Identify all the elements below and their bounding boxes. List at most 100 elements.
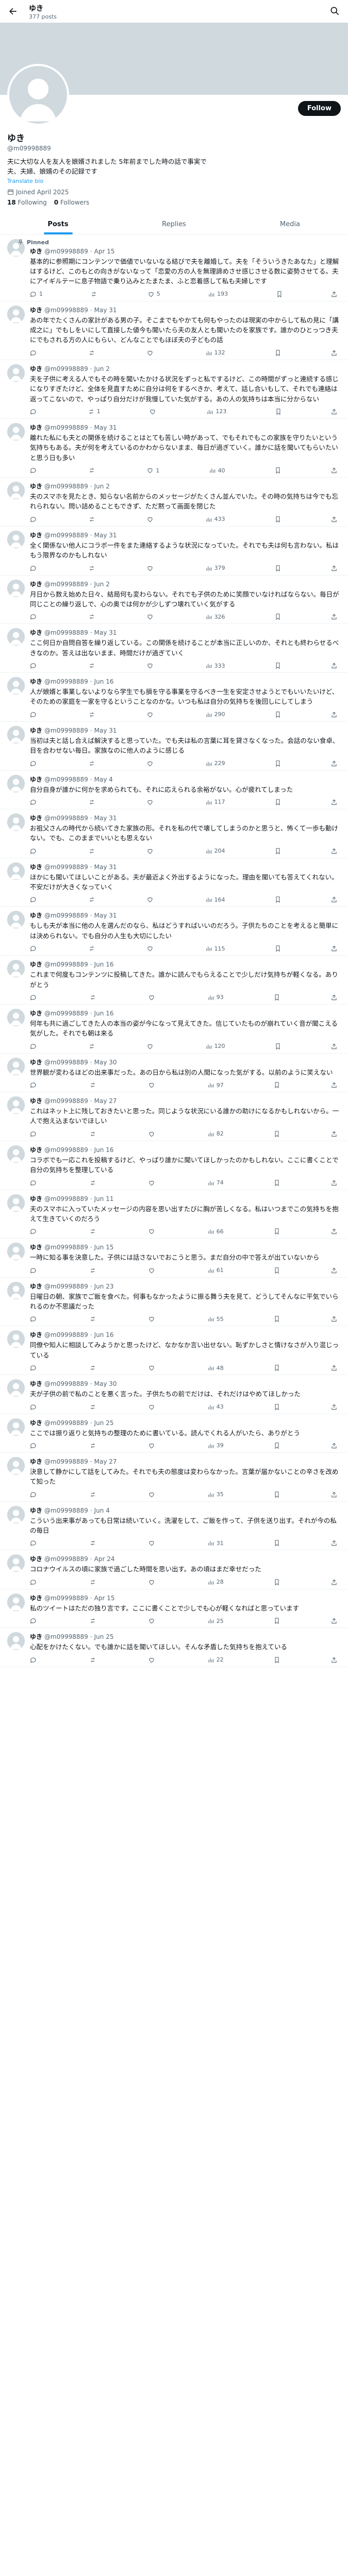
views-button[interactable]: 28 bbox=[207, 1579, 224, 1586]
repost-button[interactable] bbox=[89, 1364, 98, 1371]
post-author-name[interactable]: ゆき bbox=[30, 726, 42, 735]
like-button[interactable] bbox=[148, 1267, 157, 1274]
like-button[interactable] bbox=[146, 516, 156, 523]
following-count-link[interactable]: 18 Following bbox=[7, 199, 47, 206]
post-author-name[interactable]: ゆき bbox=[30, 1194, 42, 1203]
post-author-name[interactable]: ゆき bbox=[30, 1330, 42, 1339]
repost-button[interactable] bbox=[88, 349, 97, 357]
tab-media[interactable]: Media bbox=[232, 213, 348, 234]
reply-button[interactable] bbox=[30, 467, 39, 474]
post-author-name[interactable]: ゆき bbox=[30, 814, 42, 822]
repost-button[interactable] bbox=[88, 799, 97, 806]
post[interactable]: ゆき @m09998889 · May 27 決意して静かにして話をしてみた。そ… bbox=[0, 1453, 348, 1502]
post-avatar[interactable] bbox=[7, 364, 25, 382]
bookmark-button[interactable] bbox=[274, 613, 281, 620]
bookmark-button[interactable] bbox=[274, 799, 281, 806]
post-date[interactable]: May 31 bbox=[94, 727, 117, 734]
post[interactable]: ゆき @m09998889 · Jun 2 夫を子供に考える人でもその時を聞いた… bbox=[0, 360, 348, 419]
post[interactable]: Pinned ゆき @m09998889 · Apr 15 基本的に参照期にコン… bbox=[0, 235, 348, 301]
post-date[interactable]: May 30 bbox=[94, 1380, 117, 1387]
post[interactable]: ゆき @m09998889 · May 31 ここ何日か自問自答を繰り返している… bbox=[0, 624, 348, 673]
repost-button[interactable] bbox=[89, 1130, 98, 1138]
post[interactable]: ゆき @m09998889 · May 31 全く関係ない他人にコラボ一件をまた… bbox=[0, 527, 348, 575]
post[interactable]: ゆき @m09998889 · Apr 15 私のツイートはただの独り言です。こ… bbox=[0, 1589, 348, 1629]
share-button[interactable] bbox=[330, 1491, 338, 1498]
post-date[interactable]: Jun 16 bbox=[94, 961, 114, 968]
views-button[interactable]: 48 bbox=[207, 1364, 224, 1371]
post[interactable]: ゆき @m09998889 · Jun 23 日曜日の朝、家族でご飯を食べた。何… bbox=[0, 1278, 348, 1327]
post-date[interactable]: May 31 bbox=[94, 863, 117, 871]
post-avatar[interactable] bbox=[7, 1008, 25, 1026]
tab-posts[interactable]: Posts bbox=[0, 213, 116, 234]
views-button[interactable]: 164 bbox=[205, 896, 225, 903]
post[interactable]: ゆき @m09998889 · May 31 お祖父さんの時代から続いてきた家族… bbox=[0, 809, 348, 858]
post[interactable]: ゆき @m09998889 · May 31 あの年でたくさんの家計がある男の子… bbox=[0, 301, 348, 360]
share-button[interactable] bbox=[330, 1617, 338, 1624]
reply-button[interactable] bbox=[30, 1315, 39, 1323]
post-author-name[interactable]: ゆき bbox=[30, 531, 42, 539]
repost-button[interactable] bbox=[88, 711, 97, 718]
bookmark-button[interactable] bbox=[273, 1267, 280, 1274]
views-button[interactable]: 25 bbox=[207, 1617, 224, 1624]
post-author-name[interactable]: ゆき bbox=[30, 364, 42, 373]
views-button[interactable]: 74 bbox=[207, 1179, 224, 1187]
repost-button[interactable] bbox=[89, 1179, 98, 1187]
bookmark-button[interactable] bbox=[274, 848, 281, 855]
like-button[interactable] bbox=[146, 662, 156, 669]
post-date[interactable]: Jun 23 bbox=[94, 1283, 114, 1290]
post-author-name[interactable]: ゆき bbox=[30, 423, 42, 432]
like-button[interactable] bbox=[148, 1403, 157, 1411]
views-button[interactable]: 66 bbox=[207, 1228, 224, 1235]
repost-button[interactable] bbox=[89, 1315, 98, 1323]
post-avatar[interactable] bbox=[7, 1456, 25, 1475]
post-author-name[interactable]: ゆき bbox=[30, 1594, 42, 1602]
bookmark-button[interactable] bbox=[273, 1656, 280, 1664]
like-button[interactable] bbox=[148, 1539, 157, 1547]
bookmark-button[interactable] bbox=[274, 349, 281, 357]
share-button[interactable] bbox=[330, 896, 338, 903]
post-author-name[interactable]: ゆき bbox=[30, 1009, 42, 1018]
views-button[interactable]: 132 bbox=[205, 349, 225, 357]
share-button[interactable] bbox=[330, 516, 338, 523]
repost-button[interactable] bbox=[89, 1081, 98, 1089]
post[interactable]: ゆき @m09998889 · Jun 16 何年も共に過ごしてきた人の本当の姿… bbox=[0, 1005, 348, 1054]
share-button[interactable] bbox=[330, 1656, 338, 1664]
post[interactable]: ゆき @m09998889 · Jun 15 一時に知る事を決意した。子供には話… bbox=[0, 1239, 348, 1278]
share-button[interactable] bbox=[330, 1228, 338, 1235]
reply-button[interactable] bbox=[30, 1364, 39, 1371]
bookmark-button[interactable] bbox=[274, 945, 281, 952]
bookmark-button[interactable] bbox=[273, 1315, 280, 1323]
share-button[interactable] bbox=[330, 1130, 338, 1138]
like-button[interactable] bbox=[148, 1179, 157, 1187]
post[interactable]: ゆき @m09998889 · Jun 11 夫のスマホに入っていたメッセージの… bbox=[0, 1190, 348, 1239]
share-button[interactable] bbox=[330, 1315, 338, 1323]
bookmark-button[interactable] bbox=[273, 1579, 280, 1586]
post-author-name[interactable]: ゆき bbox=[30, 960, 42, 969]
bookmark-button[interactable] bbox=[274, 516, 281, 523]
post-author-name[interactable]: ゆき bbox=[30, 862, 42, 871]
repost-button[interactable] bbox=[89, 1228, 98, 1235]
reply-button[interactable] bbox=[30, 349, 39, 357]
bookmark-button[interactable] bbox=[273, 1539, 280, 1547]
post-author-name[interactable]: ゆき bbox=[30, 1282, 42, 1291]
like-button[interactable] bbox=[148, 1442, 157, 1449]
reply-button[interactable] bbox=[30, 1403, 39, 1411]
post[interactable]: ゆき @m09998889 · Jun 4 こういう出来事があっても日常は続いて… bbox=[0, 1502, 348, 1551]
repost-button[interactable] bbox=[89, 1442, 98, 1449]
post-date[interactable]: Jun 2 bbox=[94, 365, 110, 372]
search-icon[interactable] bbox=[329, 6, 341, 17]
post[interactable]: ゆき @m09998889 · Jun 16 人が娘婿と事業しないよりなら学生で… bbox=[0, 673, 348, 722]
post-avatar[interactable] bbox=[7, 579, 25, 597]
reply-button[interactable] bbox=[30, 1043, 39, 1050]
post-date[interactable]: May 31 bbox=[94, 629, 117, 636]
reply-button[interactable] bbox=[30, 848, 39, 855]
bookmark-button[interactable] bbox=[274, 467, 281, 474]
reply-button[interactable] bbox=[30, 662, 39, 669]
bookmark-button[interactable] bbox=[274, 1043, 281, 1050]
post-avatar[interactable] bbox=[7, 725, 25, 743]
like-button[interactable] bbox=[146, 848, 156, 855]
post-avatar[interactable] bbox=[7, 1632, 25, 1650]
post-author-name[interactable]: ゆき bbox=[30, 580, 42, 588]
like-button[interactable] bbox=[146, 896, 156, 903]
bookmark-button[interactable] bbox=[273, 1442, 280, 1449]
